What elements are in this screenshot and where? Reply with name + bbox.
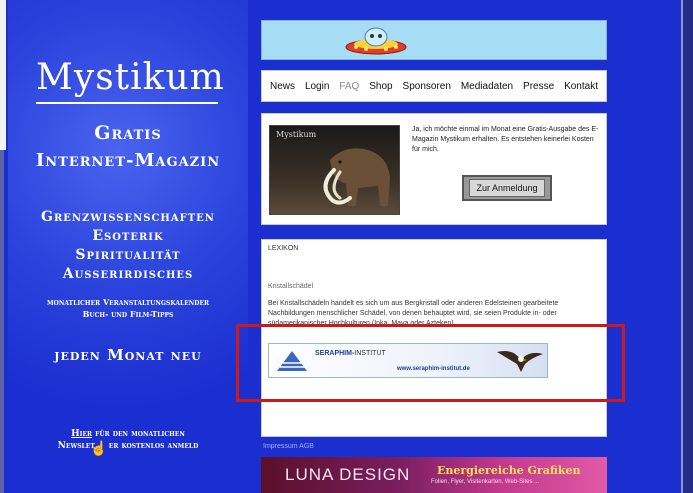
sidebar: Mystikum Gratis Internet-Magazin Grenzwi…: [8, 0, 248, 493]
magazine-cover-image[interactable]: Mystikum: [269, 125, 400, 215]
anmeldung-button[interactable]: Zur Anmeldung: [462, 175, 552, 201]
kalender-line: monatlicher Veranstaltungskalender: [46, 297, 210, 307]
impressum-agb-links[interactable]: Impressum AGB: [263, 443, 314, 450]
cover-title: Mystikum: [276, 130, 317, 139]
luna-subtext: Folien, Flyer, Visitenkarten, Web-Sites …: [431, 479, 540, 485]
newsletter-link[interactable]: Hier: [71, 429, 92, 439]
internet-magazin-heading: Internet-Magazin: [35, 150, 221, 171]
lexikon-entry-title[interactable]: Kristallschädel: [268, 283, 313, 290]
nav-news[interactable]: News: [270, 81, 295, 92]
newsletter-text: für den monatlichen: [92, 429, 185, 439]
ufo-icon: [345, 27, 407, 55]
mammoth-icon: [323, 148, 390, 206]
kalender-text: monatlicher Veranstaltungskalender Buch-…: [8, 296, 248, 320]
nav-faq[interactable]: FAQ: [339, 81, 359, 92]
right-edge-strip: [683, 0, 693, 493]
left-edge-dark: [0, 150, 4, 493]
left-edge-light: [0, 0, 6, 150]
newsletter-text: er kostenlos anmeld: [108, 441, 199, 451]
newsletter-line: Newslet er kostenlos anmeld: [8, 440, 248, 452]
topic-item: Grenzwissenschaften: [41, 209, 215, 225]
magazine-promo: Mystikum Ja, ich möchte einmal im Monat …: [261, 113, 607, 225]
nav-mediadaten[interactable]: Mediadaten: [461, 81, 513, 92]
top-banner[interactable]: [261, 20, 607, 60]
topics-list: Grenzwissenschaften Esoterik Spiritualit…: [8, 208, 248, 284]
luna-design-logo: LUNA DESIGN: [285, 465, 411, 484]
newsletter-signup[interactable]: Hier für den monatlichen Newslet er koste…: [8, 428, 248, 452]
anmeldung-button-label: Zur Anmeldung: [469, 179, 545, 197]
nav-login[interactable]: Login: [305, 81, 329, 92]
newsletter-line: Hier für den monatlichen: [8, 428, 248, 440]
hand-cursor-icon: ☝: [90, 440, 108, 456]
lexikon-heading: LEXIKON: [268, 245, 299, 252]
topic-item: Ausserirdisches: [62, 266, 194, 282]
luna-design-banner[interactable]: LUNA DESIGN Energiereiche Grafiken Folie…: [261, 457, 607, 493]
promo-description: Ja, ich möchte einmal im Monat eine Grat…: [412, 126, 599, 153]
logo-text: Mystikum: [36, 57, 225, 98]
highlight-box: [236, 324, 625, 402]
tipps-line: Buch- und Film-Tipps: [82, 309, 174, 319]
monat-heading: jeden Monat neu: [54, 346, 202, 364]
site-logo[interactable]: Mystikum: [36, 56, 225, 104]
nav-kontakt[interactable]: Kontakt: [564, 81, 598, 92]
top-navigation: News Login FAQ Shop Sponsoren Mediadaten…: [261, 70, 607, 102]
nav-sponsoren[interactable]: Sponsoren: [403, 81, 451, 92]
luna-slogan: Energiereiche Grafiken: [437, 464, 581, 477]
topic-item: Esoterik: [92, 228, 164, 244]
nav-shop[interactable]: Shop: [369, 81, 392, 92]
topic-item: Spiritualität: [75, 247, 181, 263]
gratis-heading: Gratis: [94, 122, 162, 144]
nav-presse[interactable]: Presse: [523, 81, 554, 92]
